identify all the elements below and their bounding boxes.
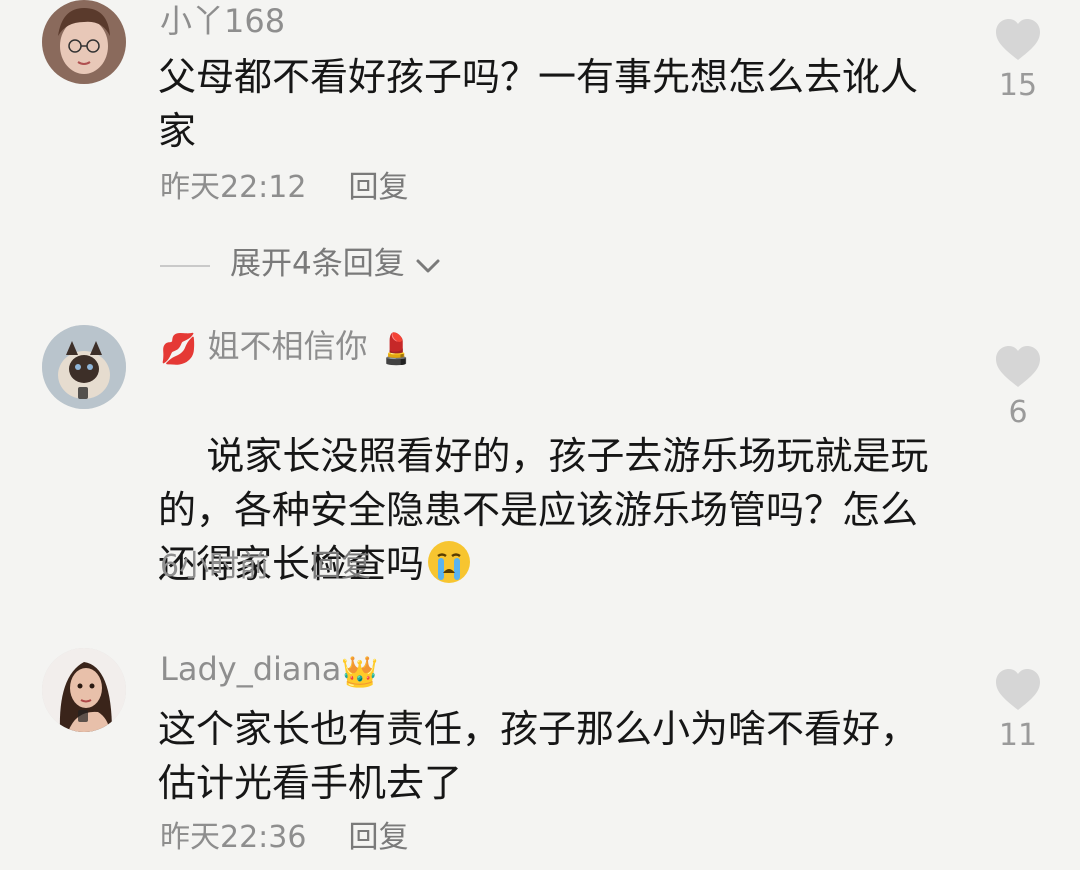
crown-emoji: 👑 — [341, 655, 379, 690]
heart-icon — [996, 669, 1040, 710]
kiss-emoji: 💋 — [160, 332, 198, 367]
like-count: 15 — [998, 68, 1038, 103]
reply-button[interactable]: 回复 — [311, 549, 371, 584]
expand-replies-button[interactable]: 展开4条回复 — [160, 242, 441, 286]
username-text: Lady_diana — [160, 650, 342, 688]
avatar[interactable] — [42, 648, 126, 732]
heart-icon — [996, 346, 1040, 387]
username[interactable]: 小丫168 — [160, 0, 285, 42]
username[interactable]: 💋 姐不相信你 💄 — [160, 325, 415, 371]
comment-meta: 昨天22:36 回复 — [160, 818, 408, 858]
lipstick-emoji: 💄 — [377, 332, 416, 367]
avatar[interactable] — [42, 0, 126, 84]
avatar[interactable] — [42, 325, 126, 409]
reply-button[interactable]: 回复 — [348, 170, 408, 205]
expand-label: 展开4条回复 — [230, 246, 405, 282]
comment-text: 这个家长也有责任，孩子那么小为啥不看好，估计光看手机去了 — [158, 707, 919, 805]
like-button[interactable]: 11 — [990, 668, 1046, 754]
comment-text: 说家长没照看好的，孩子去游乐场玩就是玩的，各种安全隐患不是应该游乐场管吗？怎么还… — [158, 375, 948, 645]
crying-face-icon — [428, 541, 471, 583]
like-button[interactable]: 15 — [990, 18, 1046, 104]
timestamp: 昨天22:12 — [160, 170, 307, 205]
username[interactable]: Lady_diana👑 — [160, 648, 379, 694]
heart-icon — [996, 19, 1040, 60]
comment-text: 父母都不看好孩子吗？一有事先想怎么去讹人家 — [158, 55, 919, 153]
username-text: 姐不相信你 — [207, 327, 368, 365]
comment-meta: 昨天22:12 回复 — [160, 168, 408, 208]
timestamp: 昨天22:36 — [160, 820, 307, 855]
chevron-down-icon — [416, 259, 440, 272]
like-button[interactable]: 6 — [990, 345, 1046, 431]
like-count: 11 — [998, 718, 1038, 753]
divider — [160, 264, 210, 267]
reply-button[interactable]: 回复 — [348, 820, 408, 855]
like-count: 6 — [1008, 395, 1028, 430]
timestamp: 6小时前 — [160, 549, 270, 584]
comment-meta: 6小时前 回复 — [160, 547, 371, 587]
